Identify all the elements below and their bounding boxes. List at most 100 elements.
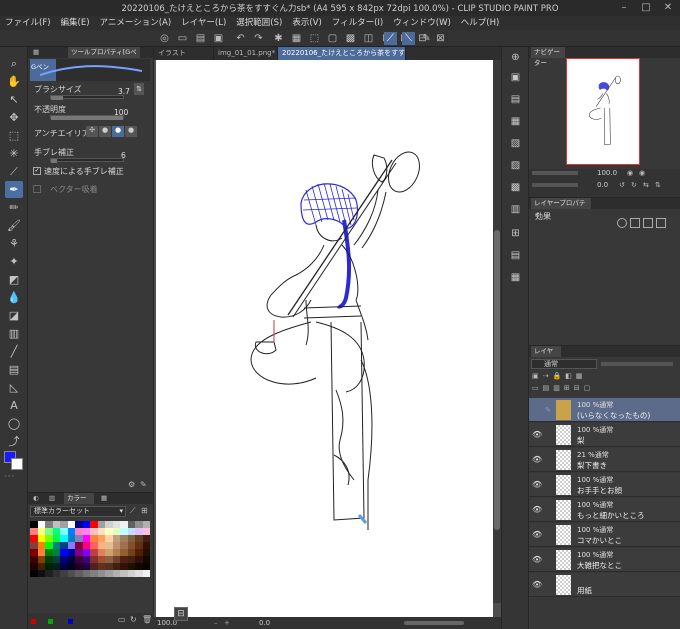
color-swatch[interactable]: [120, 563, 128, 570]
color-swatch[interactable]: [90, 528, 98, 535]
blend-icon[interactable]: 💧: [5, 289, 23, 306]
color-swatch[interactable]: [112, 549, 120, 556]
menu-filter[interactable]: フィルター(I): [327, 16, 388, 30]
vector-snap-checkbox[interactable]: [33, 185, 41, 193]
color-swatch[interactable]: [75, 542, 83, 549]
airbrush-icon[interactable]: ⚘: [5, 235, 23, 252]
rotate-left-icon[interactable]: ↺: [619, 181, 625, 189]
history-icon[interactable]: ▦: [507, 269, 524, 286]
color-swatch[interactable]: [60, 563, 68, 570]
color-swatch[interactable]: [67, 521, 75, 528]
color-swatch[interactable]: [60, 521, 68, 528]
color-swatch[interactable]: [112, 563, 120, 570]
color-swatch[interactable]: [112, 535, 120, 542]
canvas-paper[interactable]: [156, 60, 493, 623]
pencil-icon[interactable]: ✏: [5, 199, 23, 216]
color-swatch[interactable]: [82, 542, 90, 549]
ruler-icon[interactable]: ◺: [5, 379, 23, 396]
layer-search-icon[interactable]: ⊞: [507, 225, 524, 242]
new-file-icon[interactable]: ▭: [176, 32, 189, 45]
color-set-tab[interactable]: カラー: [64, 493, 94, 504]
navigator-tab[interactable]: ナビゲーター: [531, 47, 565, 67]
color-swatch[interactable]: [37, 549, 45, 556]
color-set-settings-icon[interactable]: ⊞: [141, 506, 151, 517]
deselect-icon[interactable]: ▢: [326, 32, 339, 45]
color-swatch[interactable]: [75, 563, 83, 570]
layer-row[interactable]: 👁 100 %通常 大雑把なとこ: [529, 548, 680, 572]
color-swatch[interactable]: [60, 570, 68, 577]
sub-tool-tab-icon[interactable]: ▦: [30, 47, 42, 58]
zoom-icon[interactable]: ⌕: [5, 55, 23, 72]
color-swatch[interactable]: [37, 528, 45, 535]
snap-perspective-icon[interactable]: ⊠: [434, 32, 447, 45]
layer-color-effect-icon[interactable]: [643, 218, 653, 228]
color-swatch[interactable]: [105, 535, 113, 542]
layer-edit-icon[interactable]: [543, 430, 553, 440]
color-swatch[interactable]: [127, 549, 135, 556]
material-2-icon[interactable]: ▦: [507, 113, 524, 130]
sub-color-swatch[interactable]: [11, 458, 23, 470]
color-swatch[interactable]: [82, 528, 90, 535]
color-swatch[interactable]: [135, 556, 143, 563]
color-swatch[interactable]: [45, 528, 53, 535]
navigator-dock-icon[interactable]: ⊕: [507, 49, 524, 66]
select-all-icon[interactable]: ▩: [344, 32, 357, 45]
visibility-eye-icon[interactable]: 👁: [532, 530, 542, 540]
color-swatch[interactable]: [75, 521, 83, 528]
layer-row[interactable]: 👁 用紙: [529, 573, 680, 597]
color-swatch[interactable]: [120, 535, 128, 542]
fill-tool-icon[interactable]: ◪: [5, 307, 23, 324]
canvas-horizontal-scrollbar[interactable]: [404, 621, 464, 625]
layer-edit-icon[interactable]: [543, 455, 553, 465]
color-swatch[interactable]: [120, 570, 128, 577]
layer-edit-icon[interactable]: [543, 480, 553, 490]
color-swatch[interactable]: [82, 521, 90, 528]
color-swatch[interactable]: [52, 521, 60, 528]
color-swatch[interactable]: [105, 528, 113, 535]
color-swatch[interactable]: [75, 556, 83, 563]
antialias-weak-icon[interactable]: ●: [99, 126, 111, 137]
panel-toggle-icon[interactable]: ⊟: [174, 607, 188, 621]
transform-icon[interactable]: ⬚: [308, 32, 321, 45]
color-swatch[interactable]: [67, 535, 75, 542]
color-swatch[interactable]: [60, 528, 68, 535]
color-swatch[interactable]: [97, 549, 105, 556]
color-swatch[interactable]: [135, 542, 143, 549]
navigator-thumbnail[interactable]: [566, 58, 640, 165]
color-swatch[interactable]: [52, 563, 60, 570]
color-swatch[interactable]: [97, 563, 105, 570]
color-swatch[interactable]: [75, 570, 83, 577]
tool-property-tab[interactable]: ツールプロパティ[Gペン]: [68, 47, 140, 67]
flip-vertical-icon[interactable]: ⇅: [655, 181, 661, 189]
color-swatch[interactable]: [97, 570, 105, 577]
brush-size-dropdown-icon[interactable]: ⇅: [134, 83, 144, 95]
color-swatch[interactable]: [52, 549, 60, 556]
color-swatch[interactable]: [75, 549, 83, 556]
intermediate-color-tab-icon[interactable]: ▦: [98, 493, 110, 504]
blend-mode-select[interactable]: 通常: [531, 359, 597, 369]
canvas-scroll-thumb[interactable]: [494, 230, 500, 530]
color-swatch[interactable]: [112, 542, 120, 549]
color-swatch[interactable]: [30, 535, 38, 542]
color-swatch[interactable]: [67, 528, 75, 535]
reduce-effect-icon[interactable]: [656, 218, 666, 228]
color-swatch[interactable]: [37, 556, 45, 563]
color-swatch[interactable]: [112, 521, 120, 528]
color-swatch[interactable]: [127, 521, 135, 528]
canvas-vertical-scrollbar[interactable]: [493, 60, 501, 603]
color-swatch[interactable]: [97, 556, 105, 563]
color-swatch[interactable]: [112, 528, 120, 535]
color-swatch[interactable]: [82, 556, 90, 563]
color-swatch[interactable]: [120, 521, 128, 528]
color-swatch[interactable]: [105, 556, 113, 563]
ruler-edit-icon[interactable]: ✎: [420, 32, 433, 45]
tone-effect-icon[interactable]: [630, 218, 640, 228]
color-swatch[interactable]: [127, 570, 135, 577]
color-swatch[interactable]: [52, 570, 60, 577]
color-swatch[interactable]: [75, 528, 83, 535]
zoom-out-icon[interactable]: –: [214, 617, 218, 629]
color-swatch[interactable]: [30, 542, 38, 549]
stabilization-value[interactable]: 6: [121, 151, 126, 160]
layer-row[interactable]: 👁 100 %通常 もっと細かいところ: [529, 498, 680, 522]
color-swatch[interactable]: [120, 542, 128, 549]
